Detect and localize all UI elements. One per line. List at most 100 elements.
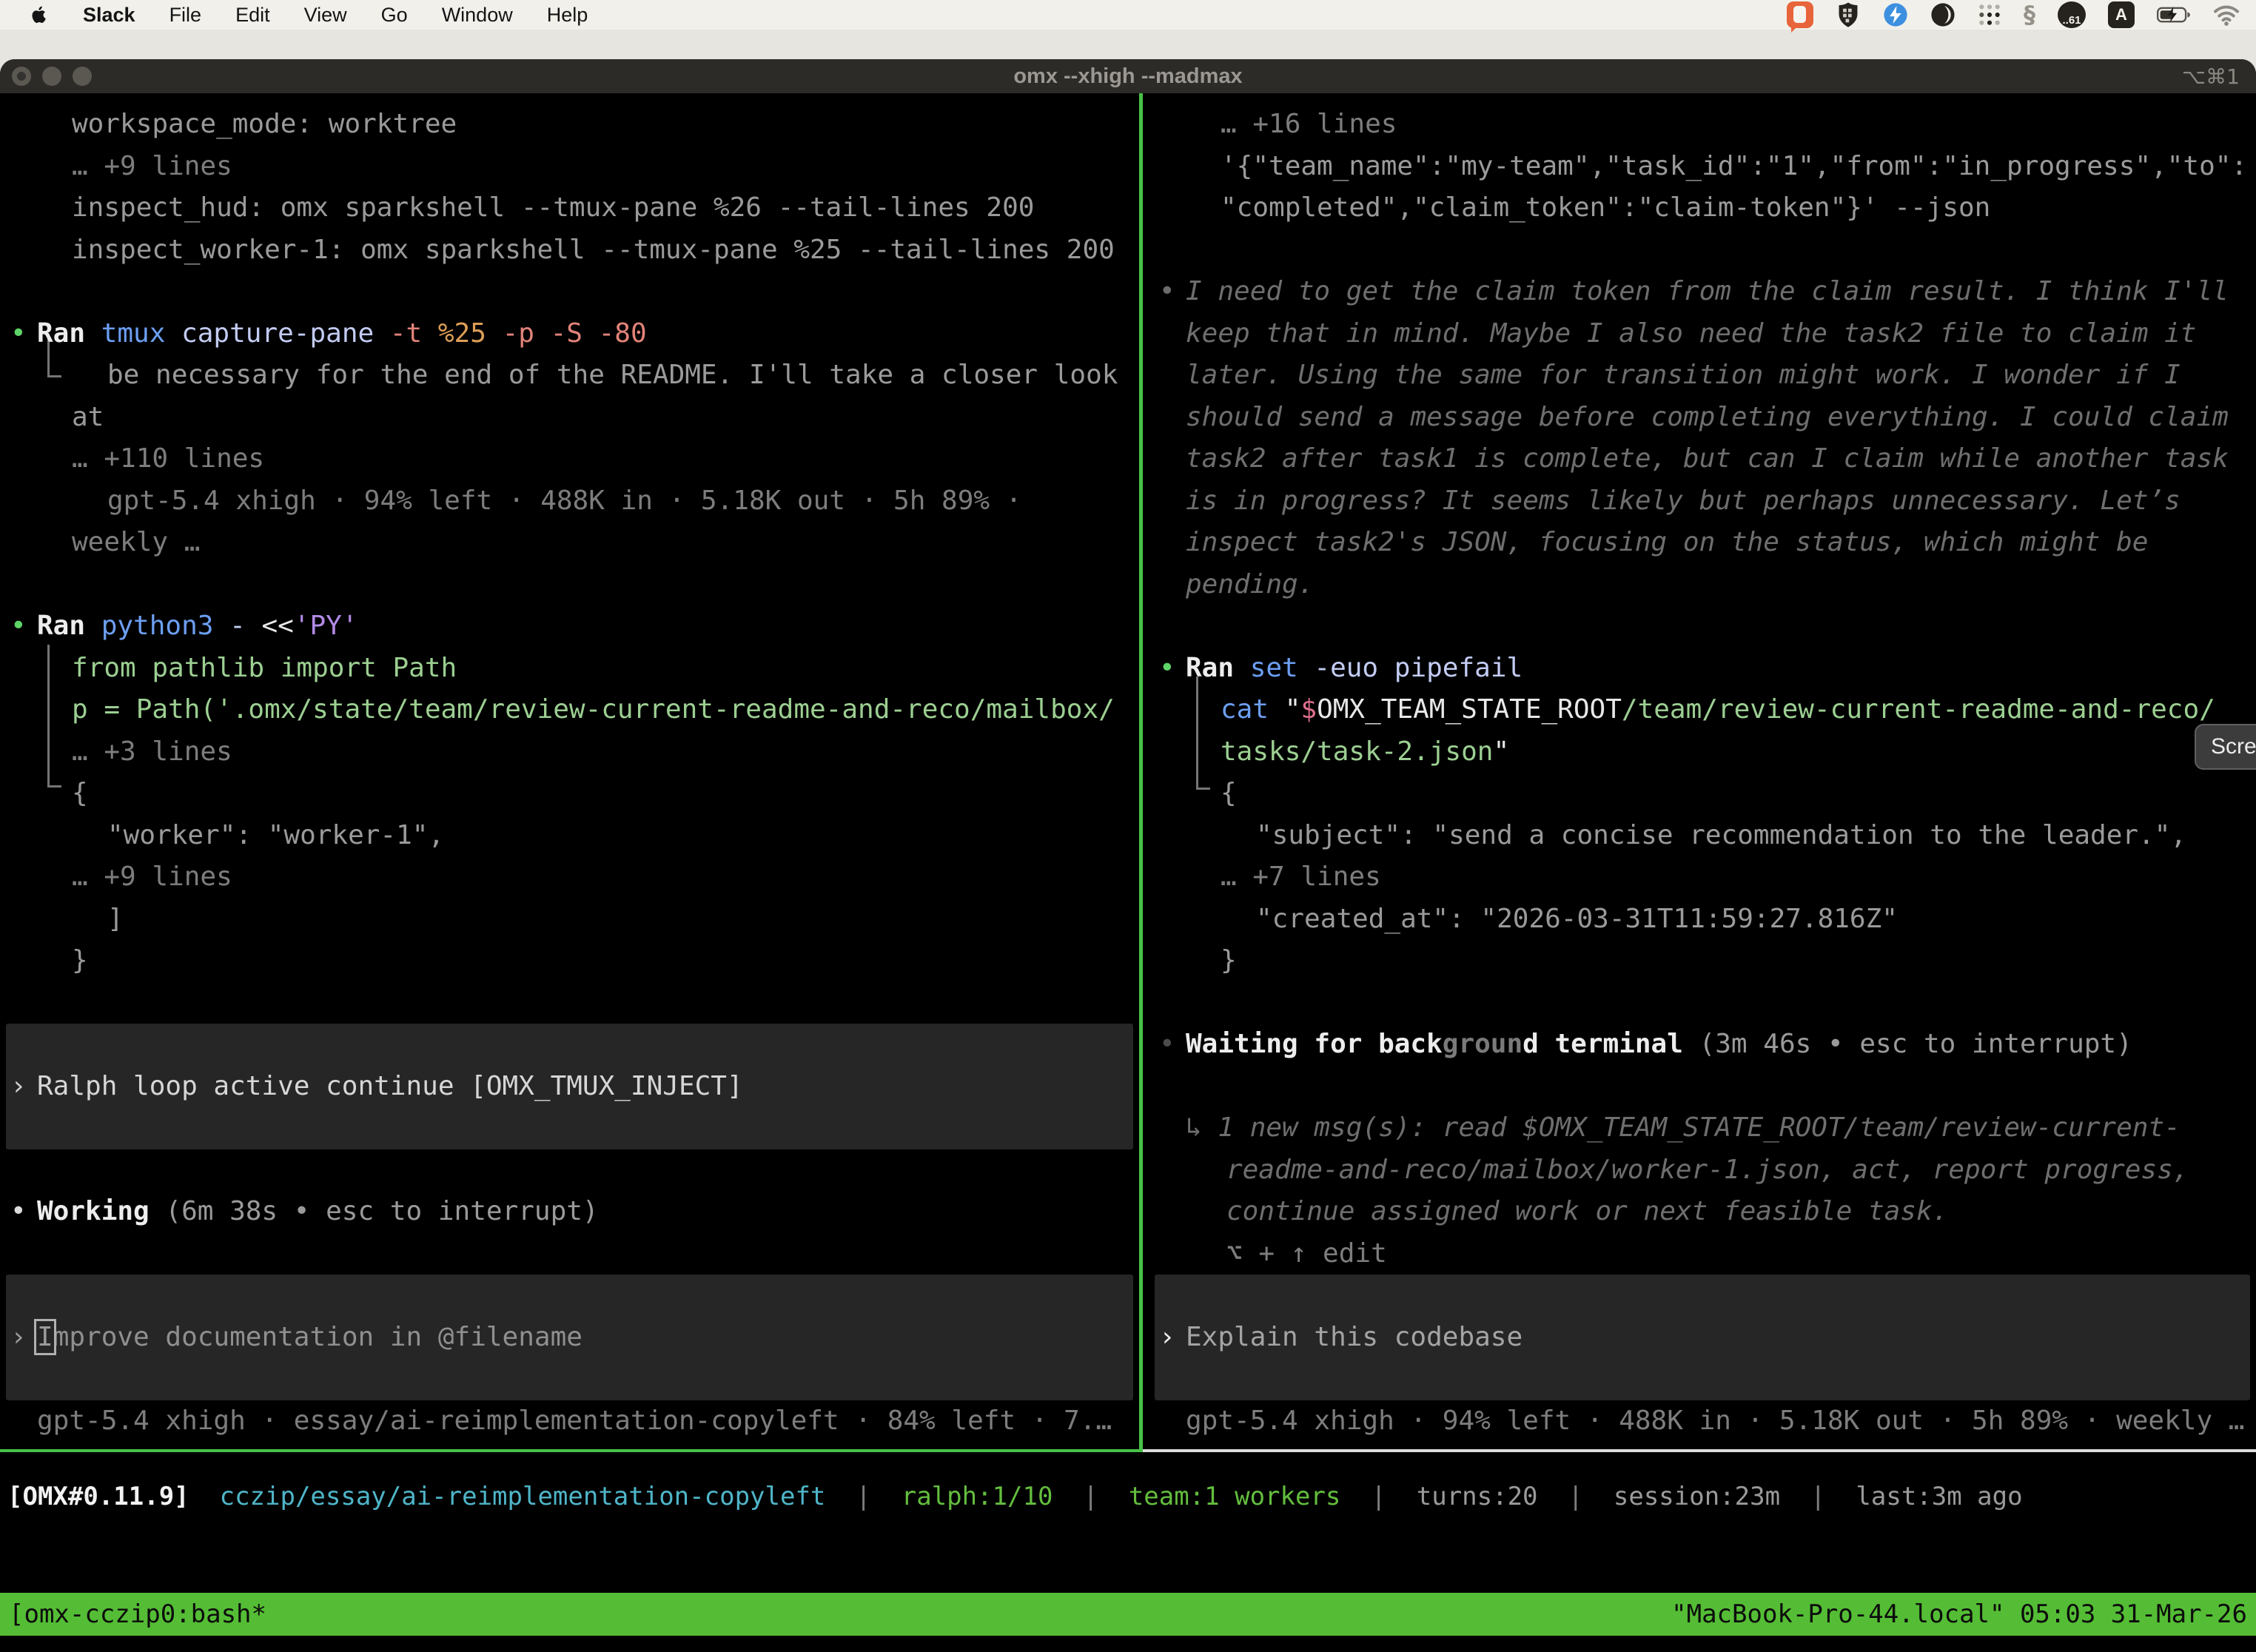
status-segment: cczip/essay/ai-reimplementation-copyleft bbox=[220, 1482, 826, 1511]
squiggle-icon[interactable]: § bbox=[2024, 1, 2035, 28]
terminal-row: … +110 lines bbox=[0, 438, 1139, 480]
bolt-circle-icon[interactable] bbox=[1883, 1, 1908, 28]
terminal-line: from pathlib import Path bbox=[72, 648, 457, 690]
menu-item-edit[interactable]: Edit bbox=[235, 4, 270, 27]
terminal-row: later. Using the same for transition mig… bbox=[1149, 355, 2256, 397]
terminal-row bbox=[1149, 605, 2256, 648]
chat-icon[interactable] bbox=[1787, 1, 1813, 28]
dots-grid-icon[interactable] bbox=[1978, 1, 2001, 28]
menu-item-go[interactable]: Go bbox=[381, 4, 408, 27]
terminal-line: Working (6m 38s • esc to interrupt) bbox=[37, 1191, 599, 1233]
terminal-row: inspect_worker-1: omx sparkshell --tmux-… bbox=[0, 229, 1139, 272]
row-marker: • bbox=[10, 1191, 27, 1233]
minimize-button[interactable] bbox=[42, 67, 61, 86]
menu-app-name[interactable]: Slack bbox=[83, 4, 135, 27]
terminal-row: … +16 lines bbox=[1149, 104, 2256, 146]
terminal-row: continue assigned work or next feasible … bbox=[1149, 1191, 2256, 1233]
terminal-line: "worker": "worker-1", bbox=[107, 815, 444, 857]
terminal-line: pending. bbox=[1186, 564, 1314, 606]
terminal-row: '{"team_name":"my-team","task_id":"1","f… bbox=[1149, 146, 2256, 188]
terminal-row: task2 after task1 is complete, but can I… bbox=[1149, 438, 2256, 480]
terminal-row: } bbox=[1149, 940, 2256, 982]
prompt-band-box[interactable]: ›Explain this codebase bbox=[1155, 1275, 2250, 1400]
terminal-row bbox=[1149, 982, 2256, 1024]
terminal-line: gpt-5.4 xhigh · 94% left · 488K in · 5.1… bbox=[1186, 1400, 2244, 1443]
terminal-row bbox=[0, 1149, 1139, 1192]
menu-item-help[interactable]: Help bbox=[547, 4, 588, 27]
terminal-row: "completed","claim_token":"claim-token"}… bbox=[1149, 187, 2256, 229]
letter-a-icon[interactable]: A bbox=[2108, 1, 2135, 28]
terminal-line: inspect_worker-1: omx sparkshell --tmux-… bbox=[72, 229, 1115, 272]
terminal-line: keep that in mind. Maybe I also need the… bbox=[1186, 313, 2196, 355]
tmux-pane-right[interactable]: Scre … +16 lines'{"team_name":"my-team",… bbox=[1149, 93, 2256, 1449]
crescent-icon[interactable] bbox=[1930, 1, 1955, 28]
terminal-line: workspace_mode: worktree bbox=[72, 104, 457, 146]
close-button[interactable] bbox=[12, 67, 31, 86]
terminal-row bbox=[1149, 1066, 2256, 1108]
terminal-row bbox=[0, 271, 1139, 313]
terminal-line: ] bbox=[107, 899, 124, 941]
terminal-row: workspace_mode: worktree bbox=[0, 104, 1139, 146]
row-marker: › bbox=[10, 1066, 27, 1108]
terminal-line: … +110 lines bbox=[72, 438, 264, 480]
terminal-row: … +9 lines bbox=[0, 856, 1139, 899]
terminal-row: tasks/task-2.json" bbox=[1149, 731, 2256, 773]
wifi-icon[interactable] bbox=[2213, 1, 2240, 28]
terminal-line: gpt-5.4 xhigh · 94% left · 488K in · 5.1… bbox=[107, 480, 1021, 523]
terminal-row: should send a message before completing … bbox=[1149, 397, 2256, 439]
row-marker: • bbox=[1159, 1024, 1175, 1066]
menu-item-file[interactable]: File bbox=[169, 4, 202, 27]
window-title-bar[interactable]: omx --xhigh --madmax ⌥⌘1 bbox=[0, 59, 2256, 93]
terminal-line: task2 after task1 is complete, but can I… bbox=[1186, 438, 2229, 480]
tmux-host-time-label: "MacBook-Pro-44.local" 05:03 31-Mar-26 bbox=[1671, 1599, 2247, 1629]
terminal-row: •I need to get the claim token from the … bbox=[1149, 271, 2256, 313]
prompt-band-box[interactable]: ›Improve documentation in @filename bbox=[6, 1275, 1133, 1400]
terminal-line: … +9 lines bbox=[72, 856, 232, 899]
omx-status-line: [OMX#0.11.9] cczip/essay/ai-reimplementa… bbox=[7, 1480, 2256, 1513]
menu-left: Slack File Edit View Go Window Help bbox=[0, 1, 588, 28]
zoom-button[interactable] bbox=[73, 67, 92, 86]
terminal-row: be necessary for the end of the README. … bbox=[0, 355, 1139, 397]
status-segment: turns:20 bbox=[1417, 1482, 1538, 1511]
terminal-row: cat "$OMX_TEAM_STATE_ROOT/team/review-cu… bbox=[1149, 689, 2256, 731]
terminal-row: readme-and-reco/mailbox/worker-1.json, a… bbox=[1149, 1149, 2256, 1192]
prompt-band[interactable]: ›Ralph loop active continue [OMX_TMUX_IN… bbox=[0, 1024, 1139, 1149]
terminal-line: Ran python3 - <<'PY' bbox=[37, 605, 358, 648]
terminal-line: Improve documentation in @filename bbox=[37, 1317, 583, 1359]
badge-61-icon[interactable]: ..61 bbox=[2058, 1, 2086, 28]
terminal-row bbox=[0, 564, 1139, 606]
battery-charging-icon[interactable] bbox=[2157, 1, 2191, 28]
menu-status-icons: § ..61 A bbox=[1787, 1, 2256, 28]
menu-items: File Edit View Go Window Help bbox=[169, 4, 588, 27]
terminal-row: •Ran set -euo pipefail bbox=[1149, 648, 2256, 690]
status-segment: | bbox=[825, 1482, 901, 1511]
menu-item-view[interactable]: View bbox=[304, 4, 347, 27]
terminal-line: readme-and-reco/mailbox/worker-1.json, a… bbox=[1226, 1149, 2189, 1192]
terminal-line: continue assigned work or next feasible … bbox=[1226, 1191, 1948, 1233]
terminal-row: •Waiting for background terminal (3m 46s… bbox=[1149, 1024, 2256, 1066]
macos-menu-bar: Slack File Edit View Go Window Help § ..61 A bbox=[0, 0, 2256, 30]
status-segment: session:23m bbox=[1614, 1482, 1780, 1511]
terminal-line: { bbox=[72, 773, 88, 815]
terminal-line: tasks/task-2.json" bbox=[1221, 731, 1509, 773]
terminal-line: … +3 lines bbox=[72, 731, 232, 773]
prompt-band[interactable]: ›Improve documentation in @filename bbox=[0, 1275, 1139, 1400]
status-segment: | bbox=[1538, 1482, 1614, 1511]
pane-divider[interactable] bbox=[1139, 93, 1143, 1452]
terminal-row: is in progress? It seems likely but perh… bbox=[1149, 480, 2256, 523]
terminal-row: •Ran python3 - <<'PY' bbox=[0, 605, 1139, 648]
terminal-row: … +7 lines bbox=[1149, 856, 2256, 899]
menu-item-window[interactable]: Window bbox=[442, 4, 513, 27]
terminal-line: Ran set -euo pipefail bbox=[1186, 648, 1523, 690]
prompt-band-box[interactable]: ›Ralph loop active continue [OMX_TMUX_IN… bbox=[6, 1024, 1133, 1149]
terminal-row: weekly … bbox=[0, 522, 1139, 564]
terminal-line: Ran tmux capture-pane -t %25 -p -S -80 bbox=[37, 313, 647, 355]
shield-grid-icon[interactable] bbox=[1836, 1, 1861, 28]
terminal-row: from pathlib import Path bbox=[0, 648, 1139, 690]
apple-menu-icon[interactable] bbox=[30, 1, 49, 28]
tmux-pane-left[interactable]: workspace_mode: worktree … +9 lines inspec… bbox=[0, 93, 1139, 1449]
tmux-status-bar[interactable]: [omx-cczip0:bash* "MacBook-Pro-44.local"… bbox=[0, 1593, 2256, 1636]
row-marker: • bbox=[1159, 271, 1175, 313]
prompt-band[interactable]: ›Explain this codebase bbox=[1149, 1275, 2256, 1400]
terminal-line: inspect_hud: omx sparkshell --tmux-pane … bbox=[72, 187, 1034, 229]
